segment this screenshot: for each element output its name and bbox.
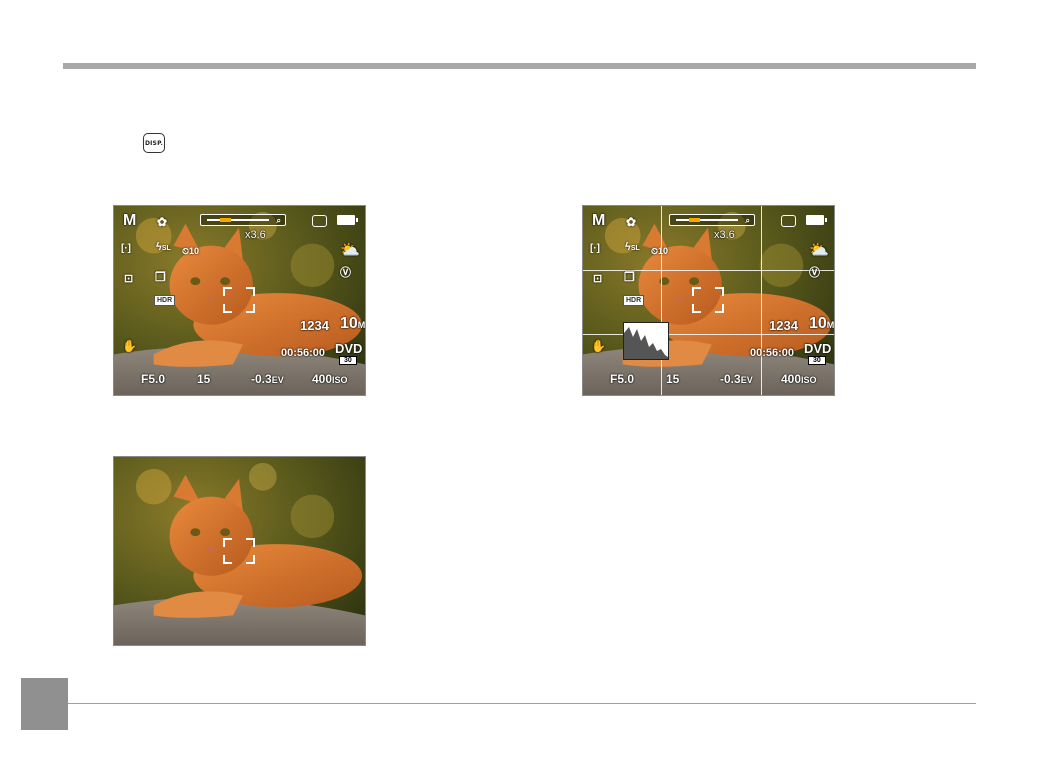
exposure-value: -0.3EV: [251, 372, 284, 386]
shooting-mode: M: [123, 212, 137, 229]
weather-icon: ⛅: [809, 242, 829, 259]
footer-rule: [68, 703, 976, 704]
af-frame: [692, 287, 724, 313]
header-rule: [63, 63, 976, 69]
self-timer-icon: ⏲10: [182, 246, 200, 256]
zoom-level-fill: [220, 218, 232, 222]
af-frame: [223, 538, 255, 564]
grid-line: [583, 270, 834, 271]
resolution: 10M: [340, 315, 366, 332]
hdr-icon: HDR: [623, 295, 645, 306]
memory-card-icon: [781, 215, 796, 227]
camera-screen-standard: M ✿ ⌕ x3.6 [·] ϟSL ⏲10 ⛅ Ⓥ ⊡ ❐ HDR ✋ 123…: [113, 205, 366, 396]
stabilizer-hand-icon: ✋: [122, 339, 137, 353]
video-stabilizer-icon: Ⓥ: [340, 267, 351, 279]
video-fps: 30: [339, 356, 357, 365]
af-spot-icon: [·]: [121, 243, 131, 254]
flash-icon: ϟSL: [156, 241, 171, 253]
af-frame: [223, 287, 255, 313]
record-time: 00:56:00: [750, 347, 795, 359]
stabilizer-hand-icon: ✋: [591, 339, 606, 353]
disp-button-icon: DISP.: [143, 133, 165, 153]
metering-icon: ⊡: [593, 273, 603, 285]
zoom-ratio: x3.6: [245, 229, 266, 241]
shooting-mode: M: [592, 212, 606, 229]
aperture: F5.0: [141, 372, 166, 386]
video-format: DVD: [335, 341, 363, 356]
memory-card-icon: [312, 215, 327, 227]
video-fps: 30: [808, 356, 826, 365]
shutter-speed: 15: [197, 372, 211, 386]
shots-remaining: 1234: [769, 318, 798, 333]
grid-line: [583, 334, 834, 335]
exposure-value: -0.3EV: [720, 372, 753, 386]
zoom-bar: ⌕: [669, 214, 755, 226]
video-format: DVD: [804, 341, 832, 356]
video-stabilizer-icon: Ⓥ: [809, 267, 820, 279]
macro-icon: ✿: [626, 215, 637, 229]
resolution: 10M: [809, 315, 835, 332]
iso: 400ISO: [312, 372, 348, 386]
weather-icon: ⛅: [340, 242, 360, 259]
grid-line: [761, 206, 762, 395]
iso: 400ISO: [781, 372, 817, 386]
metering-icon: ⊡: [124, 273, 134, 285]
record-time: 00:56:00: [281, 347, 326, 359]
hdr-icon: HDR: [154, 295, 176, 306]
zoom-search-icon: ⌕: [745, 216, 750, 225]
continuous-shot-icon: ❐: [624, 270, 635, 284]
flash-icon: ϟSL: [625, 241, 640, 253]
macro-icon: ✿: [157, 215, 168, 229]
grid-line: [661, 206, 662, 395]
camera-screen-grid-histogram: M ✿ ⌕ x3.6 [·] ϟSL ⏲10 ⛅ Ⓥ ⊡ ❐ HDR ✋ 123…: [582, 205, 835, 396]
zoom-ratio: x3.6: [714, 229, 735, 241]
self-timer-icon: ⏲10: [651, 246, 669, 256]
battery-icon: [806, 215, 827, 225]
shutter-speed: 15: [666, 372, 680, 386]
histogram: [623, 322, 669, 360]
zoom-search-icon: ⌕: [276, 216, 281, 225]
zoom-bar: ⌕: [200, 214, 286, 226]
page-tab: [21, 678, 68, 730]
zoom-level-fill: [689, 218, 701, 222]
continuous-shot-icon: ❐: [155, 270, 166, 284]
aperture: F5.0: [610, 372, 635, 386]
af-spot-icon: [·]: [590, 243, 600, 254]
camera-screen-no-overlay: [113, 456, 366, 646]
shots-remaining: 1234: [300, 318, 329, 333]
battery-icon: [337, 215, 358, 225]
